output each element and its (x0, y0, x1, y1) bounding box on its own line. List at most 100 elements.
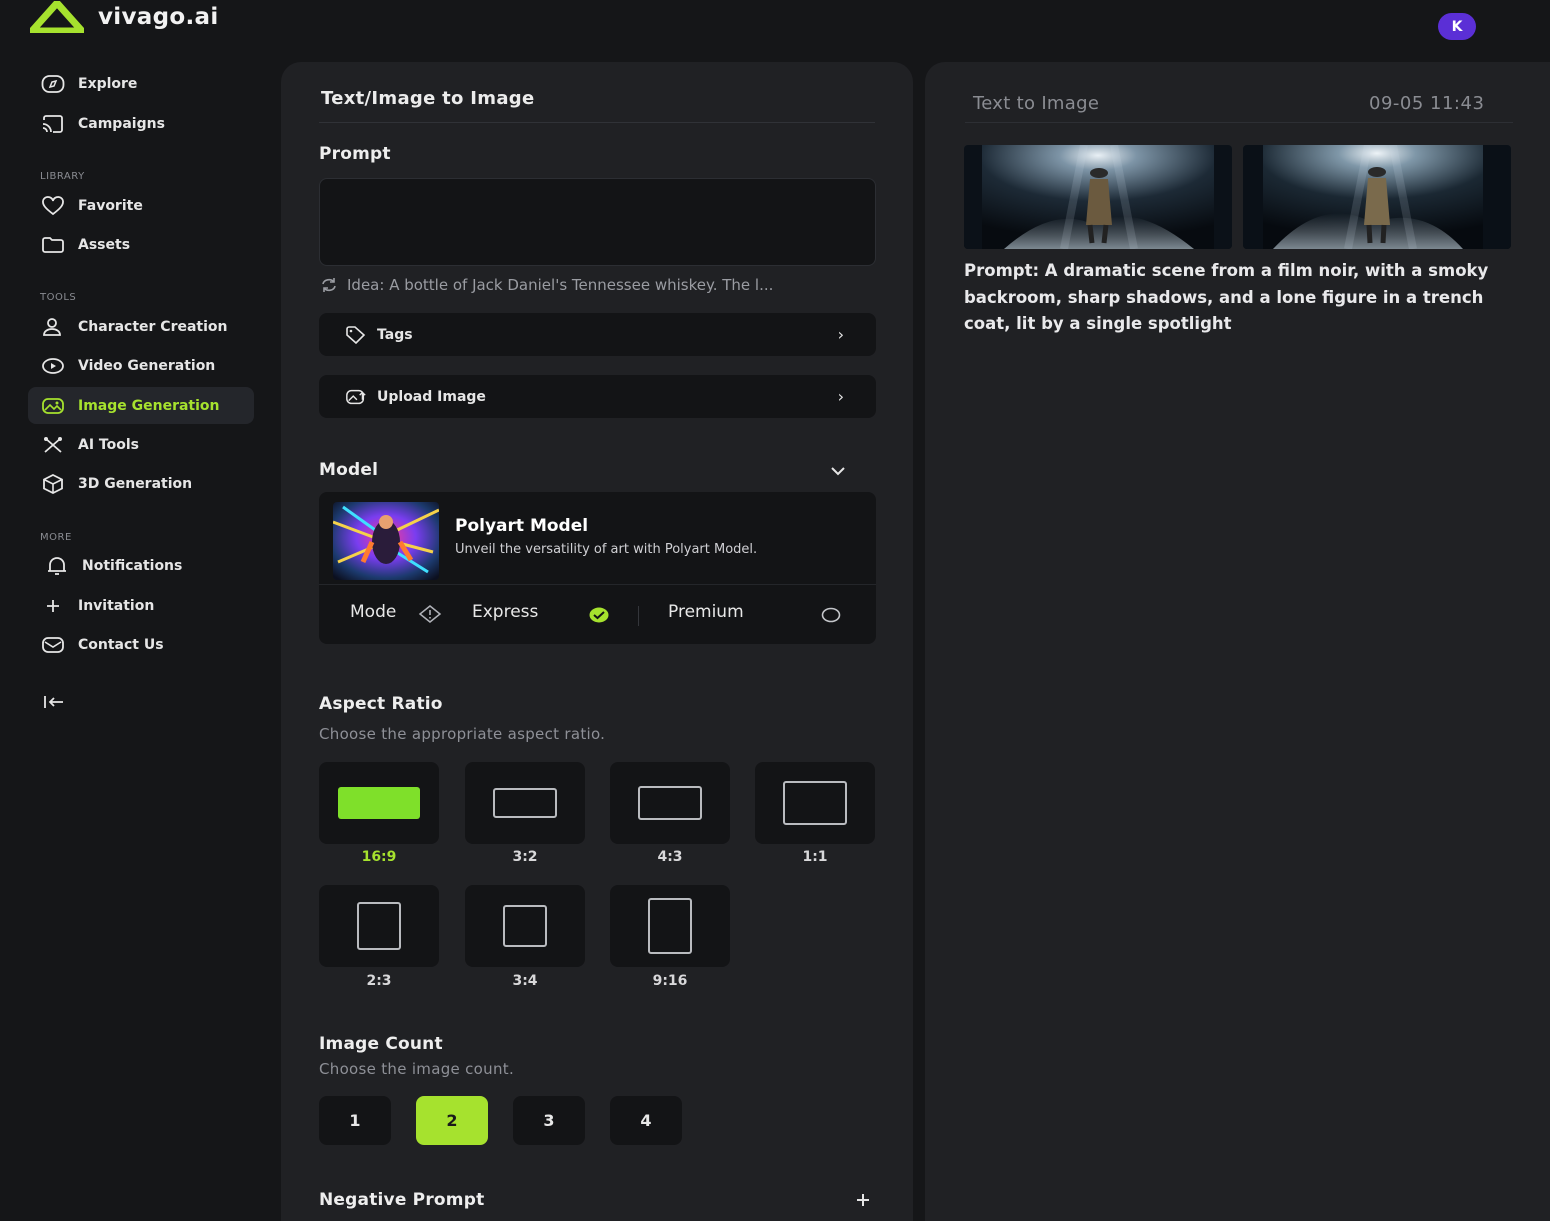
ratio-option-9-16[interactable] (610, 885, 730, 967)
upload-image-label: Upload Image (377, 388, 486, 405)
chevron-right-icon: › (837, 387, 844, 406)
sidebar-item-campaigns[interactable]: Campaigns (28, 105, 254, 142)
user-avatar[interactable]: K (1438, 13, 1476, 40)
panel-title: Text/Image to Image (321, 88, 535, 109)
sidebar-item-contact-us[interactable]: Contact Us (28, 626, 254, 663)
add-negative-prompt-icon[interactable] (855, 1192, 871, 1208)
chevron-down-icon[interactable] (831, 466, 845, 476)
upload-image-button[interactable]: Upload Image › (319, 375, 876, 418)
image-count-label: Image Count (319, 1034, 443, 1054)
logo-icon (30, 1, 84, 33)
image-count-option-3[interactable]: 3 (513, 1096, 585, 1145)
image-count-option-1[interactable]: 1 (319, 1096, 391, 1145)
prompt-input[interactable] (319, 178, 876, 266)
ratio-option-4-3[interactable] (610, 762, 730, 844)
ratio-2-3-shape (357, 902, 401, 950)
sidebar-item-label: Campaigns (78, 115, 165, 132)
model-label: Model (319, 460, 379, 480)
sidebar-item-explore[interactable]: Explore (28, 65, 254, 102)
sidebar-item-label: 3D Generation (78, 475, 193, 492)
ratio-4-3-shape (638, 786, 702, 820)
result-timestamp: 09-05 11:43 (1369, 93, 1485, 114)
mode-selector: Mode Express Premium (319, 596, 876, 632)
plus-icon (40, 595, 66, 617)
generated-image-1[interactable] (964, 145, 1232, 249)
sidebar-item-ai-tools[interactable]: AI Tools (28, 426, 254, 463)
radio-empty-icon[interactable] (821, 607, 841, 623)
check-circle-icon[interactable] (589, 607, 609, 623)
ratio-option-16-9[interactable] (319, 762, 439, 844)
ratio-1-1-shape (783, 781, 847, 825)
prompt-idea[interactable]: Idea: A bottle of Jack Daniel's Tennesse… (319, 276, 879, 294)
sidebar-item-character-creation[interactable]: Character Creation (28, 308, 254, 345)
collapse-sidebar-button[interactable] (40, 690, 68, 714)
ratio-label: 4:3 (657, 849, 683, 865)
generated-image-2[interactable] (1243, 145, 1511, 249)
brand-name: vivago.ai (98, 4, 219, 30)
mode-express-label[interactable]: Express (472, 602, 538, 622)
tags-label: Tags (377, 326, 413, 343)
model-card[interactable]: Polyart Model Unveil the versatility of … (319, 492, 876, 644)
sidebar-item-video-generation[interactable]: Video Generation (28, 347, 254, 384)
sidebar-item-favorite[interactable]: Favorite (28, 187, 254, 224)
section-title-tools: TOOLS (40, 292, 77, 303)
sidebar-item-3d-generation[interactable]: 3D Generation (28, 465, 254, 502)
ratio-option-1-1[interactable] (755, 762, 875, 844)
mode-premium-label[interactable]: Premium (668, 602, 744, 622)
aspect-ratio-label: Aspect Ratio (319, 694, 443, 714)
ratio-3-2-shape (493, 788, 557, 818)
mail-icon (40, 634, 66, 656)
ratio-option-2-3[interactable] (319, 885, 439, 967)
image-count-option-4[interactable]: 4 (610, 1096, 682, 1145)
aspect-ratio-hint: Choose the appropriate aspect ratio. (319, 725, 606, 743)
ratio-label: 3:4 (512, 973, 538, 989)
collapse-left-icon (44, 696, 63, 708)
sidebar-item-label: Favorite (78, 197, 143, 214)
sidebar-item-assets[interactable]: Assets (28, 226, 254, 263)
refresh-icon[interactable] (319, 277, 339, 293)
tag-icon (345, 325, 367, 344)
sidebar-item-label: Assets (78, 236, 131, 253)
mode-separator (638, 606, 639, 626)
ratio-label: 16:9 (361, 849, 397, 865)
tools-icon (40, 434, 66, 456)
heart-icon (40, 195, 66, 217)
chevron-right-icon: › (837, 325, 844, 344)
results-panel: Text to Image 09-05 11:43 Prompt: A dram… (925, 62, 1550, 1221)
sidebar-item-label: Character Creation (78, 318, 228, 335)
model-name: Polyart Model (455, 516, 589, 536)
ratio-label: 1:1 (802, 849, 828, 865)
image-count-hint: Choose the image count. (319, 1060, 515, 1078)
bell-icon (44, 555, 70, 577)
sidebar-item-image-generation[interactable]: Image Generation (28, 387, 254, 424)
negative-prompt-label: Negative Prompt (319, 1190, 485, 1210)
sidebar-item-notifications[interactable]: Notifications (28, 547, 254, 584)
folder-icon (40, 234, 66, 256)
ratio-label: 3:2 (512, 849, 538, 865)
brand-logo[interactable]: vivago.ai (30, 0, 219, 34)
compass-icon (40, 73, 66, 95)
ratio-16-9-shape (338, 787, 420, 819)
ratio-label: 2:3 (366, 973, 392, 989)
sidebar-item-label: AI Tools (78, 436, 139, 453)
sidebar-item-invitation[interactable]: Invitation (28, 587, 254, 624)
user-icon (40, 316, 66, 338)
mode-label: Mode (350, 602, 397, 622)
sidebar-item-label: Video Generation (78, 357, 216, 374)
image-count-option-2[interactable]: 2 (416, 1096, 488, 1145)
tags-button[interactable]: Tags › (319, 313, 876, 356)
model-description: Unveil the versatility of art with Polya… (455, 542, 758, 557)
ratio-option-3-2[interactable] (465, 762, 585, 844)
cast-icon (40, 113, 66, 135)
sidebar-item-label: Notifications (82, 557, 183, 574)
info-icon[interactable] (418, 605, 442, 623)
divider (319, 584, 876, 585)
sidebar-item-label: Explore (78, 75, 138, 92)
ratio-option-3-4[interactable] (465, 885, 585, 967)
prompt-label: Prompt (319, 144, 391, 164)
cube-icon (40, 473, 66, 495)
divider (965, 122, 1513, 123)
model-thumbnail (333, 502, 439, 580)
video-icon (40, 355, 66, 377)
generation-form-panel: Text/Image to Image Prompt Idea: A bottl… (281, 62, 913, 1221)
